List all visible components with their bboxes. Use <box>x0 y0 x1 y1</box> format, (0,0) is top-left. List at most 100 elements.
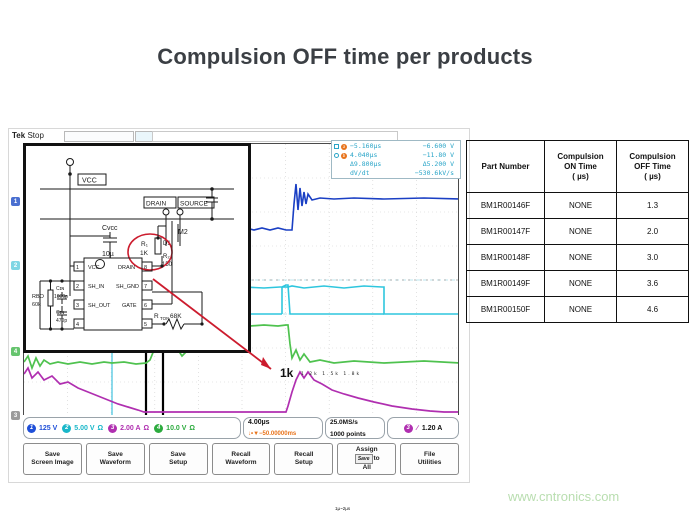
svg-text:6: 6 <box>144 303 147 309</box>
button-line-1: Assign <box>355 446 378 453</box>
table-row: BM1R00146F NONE 1.3 <box>466 192 689 219</box>
cursor-delta-volts: Δ5.200 V <box>422 160 454 168</box>
save-screen-image-button[interactable]: Save Screen Image <box>23 443 82 475</box>
readout-row: a −5.160µs −6.600 V <box>334 142 458 151</box>
button-line-2: Utilities <box>417 459 442 466</box>
cell-part-number: BM1R00149F <box>466 270 545 297</box>
cell-on-time: NONE <box>544 270 617 297</box>
trigger-source-badge: 3 <box>403 423 413 433</box>
cursor-delta-time: Δ9.800µs <box>350 160 382 168</box>
pulse-resistance-labels: 1.2k 1.5k 1.8k <box>301 372 362 377</box>
header-line-2: ON Time <box>564 161 597 171</box>
sample-rate: 25.0MS/s <box>330 418 358 426</box>
site-watermark: www.cntronics.com <box>508 489 620 504</box>
recall-waveform-button[interactable]: Recall Waveform <box>211 443 271 475</box>
readout-row: b 4.040µs −11.80 V <box>334 151 458 160</box>
channel-4-edge-marker[interactable]: 4 <box>11 347 20 356</box>
channel-1-setting[interactable]: 1 125 V <box>27 423 58 433</box>
button-line-1: Save <box>107 451 123 458</box>
svg-text:60k: 60k <box>32 302 41 308</box>
svg-text:SH_OUT: SH_OUT <box>88 303 111 309</box>
button-line-2-row: Save to <box>354 454 380 464</box>
recall-setup-button[interactable]: Recall Setup <box>274 443 334 475</box>
svg-text:Cvcc: Cvcc <box>102 225 118 232</box>
button-line-2: Setup <box>169 459 188 466</box>
scope-status-bar: 1 125 V 2 5.00 V Ω 3 2.00 A Ω 4 10.0 V Ω <box>23 417 459 439</box>
header-compulsion-off-time: Compulsion OFF Time ( µs) <box>616 140 689 193</box>
assign-save-to-all-button[interactable]: Assign Save to All <box>337 443 397 475</box>
channel-1-edge-marker[interactable]: 1 <box>11 197 20 206</box>
cell-off-time: 1.3 <box>616 192 689 219</box>
svg-text:SH_GND: SH_GND <box>116 284 139 290</box>
button-line-1: Save <box>44 451 61 458</box>
channel-4-setting[interactable]: 4 10.0 V Ω <box>154 423 196 433</box>
svg-text:SH_IN: SH_IN <box>88 284 104 290</box>
svg-text:8: 8 <box>144 265 147 271</box>
cell-off-time: 4.6 <box>616 296 689 323</box>
channel-4-badge: 4 <box>154 423 164 433</box>
svg-text:5: 5 <box>144 322 147 328</box>
svg-text:R₂: R₂ <box>163 254 170 260</box>
channel-3-edge-marker[interactable]: 3 <box>11 411 20 420</box>
readout-row: dV/dt −530.6kV/s <box>334 169 458 178</box>
cell-on-time: NONE <box>544 218 617 245</box>
svg-text:7: 7 <box>144 284 147 290</box>
channel-4-coupling: Ω <box>189 424 196 432</box>
header-part-number: Part Number <box>466 140 545 193</box>
table-row: BM1R00149F NONE 3.6 <box>466 270 689 297</box>
channel-4-scale: 10.0 V <box>166 424 187 432</box>
cell-off-time: 2.0 <box>616 218 689 245</box>
cell-part-number: BM1R00147F <box>466 218 545 245</box>
cell-off-time: 3.0 <box>616 244 689 271</box>
dvdt-label: dV/dt <box>350 169 370 177</box>
channel-2-badge: 2 <box>62 423 72 433</box>
dvdt-value: −530.6kV/s <box>414 169 454 177</box>
timebase-group[interactable]: 4.00µs ↓•▼−50.00000ms <box>243 417 323 439</box>
button-line-2: Setup <box>294 459 313 466</box>
header-line-3: ( µs) <box>572 171 589 181</box>
file-utilities-button[interactable]: File Utilities <box>400 443 460 475</box>
channel-1-scale: 125 V <box>39 424 58 432</box>
cell-on-time: NONE <box>544 296 617 323</box>
cursor-a-time: −5.160µs <box>350 142 382 150</box>
table-header-row: Part Number Compulsion ON Time ( µs) Com… <box>466 140 689 193</box>
table-row: BM1R00147F NONE 2.0 <box>466 218 689 245</box>
save-setup-button[interactable]: Save Setup <box>148 443 208 475</box>
svg-text:1: 1 <box>76 265 79 271</box>
record-length: 1000 points <box>330 430 366 438</box>
svg-text:2: 2 <box>76 284 79 290</box>
cursor-readout-box: a −5.160µs −6.600 V b 4.040µs −11.80 V Δ… <box>331 140 461 179</box>
trigger-group[interactable]: 3 ∕ 1.20 A <box>387 417 459 439</box>
channel-2-edge-marker[interactable]: 2 <box>11 261 20 270</box>
acquisition-group[interactable]: 25.0MS/s 1000 points <box>325 417 385 439</box>
svg-text:VCC: VCC <box>82 178 97 185</box>
timebase-position: ↓•▼−50.00000ms <box>248 431 297 437</box>
cursor-a-volts: −6.600 V <box>422 142 454 150</box>
svg-text:1K: 1K <box>140 250 149 257</box>
svg-text:VCC: VCC <box>88 265 100 271</box>
channel-settings-group: 1 125 V 2 5.00 V Ω 3 2.00 A Ω 4 10.0 V Ω <box>23 417 241 439</box>
svg-text:Cɪɴ: Cɪɴ <box>56 286 64 292</box>
svg-text:DRAIN: DRAIN <box>118 265 135 271</box>
header-line-2: OFF Time <box>634 161 671 171</box>
tek-logo: Tek <box>12 131 26 140</box>
oscilloscope-screenshot: Tek Stop 1 2 4 3 VCC DRAIN SOURCE M2 Cvc… <box>8 128 470 511</box>
channel-2-setting[interactable]: 2 5.00 V Ω <box>62 423 104 433</box>
button-line-2: Waveform <box>225 459 257 466</box>
svg-text:RBO: RBO <box>32 294 45 300</box>
scope-top-strip-left <box>64 131 134 142</box>
channel-3-setting[interactable]: 3 2.00 A Ω <box>108 423 149 433</box>
cell-part-number: BM1R00150F <box>466 296 545 323</box>
acquisition-state: Stop <box>27 131 44 140</box>
header-line-1: Compulsion <box>629 151 676 161</box>
cursor-b-volts: −11.80 V <box>422 151 454 159</box>
save-waveform-button[interactable]: Save Waveform <box>85 443 145 475</box>
timebase-scale: 4.00µs <box>248 419 270 426</box>
channel-2-coupling: Ω <box>97 424 104 432</box>
button-line-2: Screen Image <box>31 459 74 466</box>
circuit-schematic-inset: VCC DRAIN SOURCE M2 Cvcc 10µ R₁ 1K D1 R₂… <box>23 143 251 353</box>
callout-1k-label: 1k <box>280 366 294 380</box>
compulsion-time-table: Part Number Compulsion ON Time ( µs) Com… <box>466 140 689 323</box>
button-line-1: Recall <box>231 451 251 458</box>
cell-part-number: BM1R00146F <box>466 192 545 219</box>
